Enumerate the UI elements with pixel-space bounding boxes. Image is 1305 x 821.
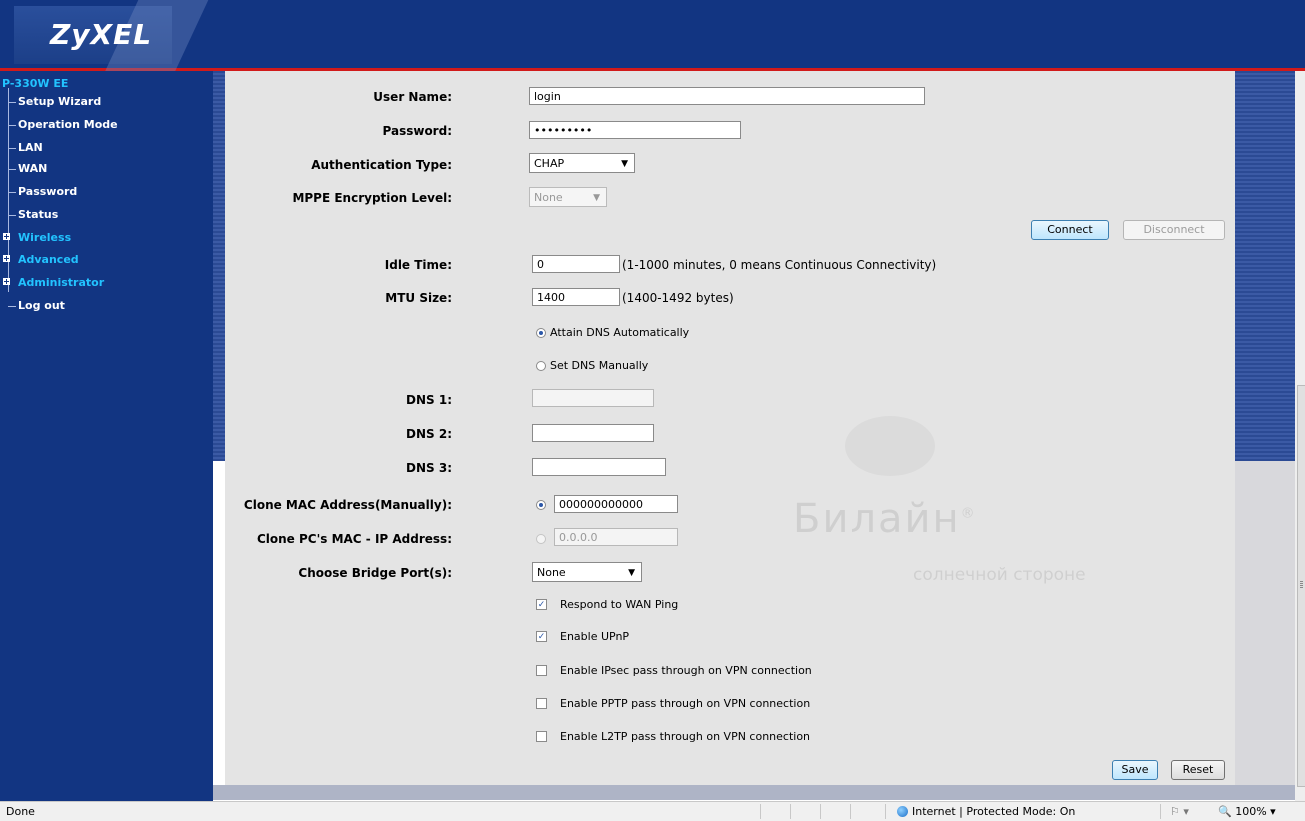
- clone-mac-radio[interactable]: [536, 500, 546, 510]
- clone-pc-label: Clone PC's MAC - IP Address:: [256, 532, 452, 546]
- auth-type-select[interactable]: CHAP ▼: [529, 153, 635, 173]
- bridge-port-label: Choose Bridge Port(s):: [298, 566, 452, 580]
- upnp-checkbox[interactable]: ✓: [536, 631, 547, 642]
- mtu-hint: (1400-1492 bytes): [622, 291, 734, 305]
- clone-mac-label: Clone MAC Address(Manually):: [243, 498, 452, 512]
- clone-pc-input[interactable]: 0.0.0.0: [554, 528, 678, 546]
- user-name-input[interactable]: login: [529, 87, 925, 105]
- wan-ping-label: Respond to WAN Ping: [560, 598, 679, 611]
- watermark-logo-icon: [845, 416, 935, 476]
- chevron-down-icon: ▼: [593, 193, 600, 203]
- auth-type-label: Authentication Type:: [311, 158, 452, 172]
- ipsec-label: Enable IPsec pass through on VPN connect…: [560, 664, 812, 677]
- disconnect-button[interactable]: Disconnect: [1123, 220, 1225, 240]
- dns3-label: DNS 3:: [406, 461, 452, 475]
- status-text: Done: [6, 805, 35, 818]
- mppe-label: MPPE Encryption Level:: [292, 191, 452, 205]
- reset-button[interactable]: Reset: [1171, 760, 1225, 780]
- user-name-label: User Name:: [373, 90, 452, 104]
- dns-auto-radio[interactable]: [536, 328, 546, 338]
- pptp-checkbox[interactable]: [536, 698, 547, 709]
- dns2-label: DNS 2:: [406, 427, 452, 441]
- mppe-select[interactable]: None ▼: [529, 187, 607, 207]
- dns-manual-radio[interactable]: [536, 361, 546, 371]
- clone-mac-input[interactable]: 000000000000: [554, 495, 678, 513]
- dns2-input[interactable]: [532, 424, 654, 442]
- dns3-input[interactable]: [532, 458, 666, 476]
- device-model[interactable]: P-330W EE: [2, 77, 68, 90]
- right-stripe: [1235, 71, 1295, 461]
- password-label: Password:: [382, 124, 453, 138]
- password-input[interactable]: •••••••••: [529, 121, 741, 139]
- scroll-grip-icon: [1300, 580, 1303, 588]
- idle-time-label: Idle Time:: [384, 258, 452, 272]
- expand-icon[interactable]: [3, 255, 10, 262]
- chevron-down-icon: ▼: [628, 568, 635, 578]
- wan-settings-panel: Билайн® солнечной стороне User Name: log…: [225, 71, 1235, 785]
- zyxel-logo: ZyXEL: [14, 0, 210, 72]
- mtu-input[interactable]: 1400: [532, 288, 620, 306]
- idle-time-input[interactable]: 0: [532, 255, 620, 273]
- pptp-label: Enable PPTP pass through on VPN connecti…: [560, 697, 811, 710]
- l2tp-checkbox[interactable]: [536, 731, 547, 742]
- browser-status-bar: Done Internet | Protected Mode: On ⚐ ▾ 🔍…: [0, 801, 1305, 821]
- save-button[interactable]: Save: [1112, 760, 1158, 780]
- dns-auto-label: Attain DNS Automatically: [550, 326, 690, 339]
- l2tp-label: Enable L2TP pass through on VPN connecti…: [560, 730, 811, 743]
- right-gutter: [1235, 461, 1295, 791]
- logo-text: ZyXEL: [50, 18, 153, 51]
- ipsec-checkbox[interactable]: [536, 665, 547, 676]
- sidebar-stripe: [213, 71, 225, 461]
- clone-pc-radio[interactable]: [536, 534, 546, 544]
- upnp-label: Enable UPnP: [560, 630, 630, 643]
- globe-icon: [897, 806, 908, 817]
- connect-button[interactable]: Connect: [1031, 220, 1109, 240]
- watermark-brand: Билайн®: [793, 496, 977, 542]
- dns1-label: DNS 1:: [406, 393, 452, 407]
- dns1-input[interactable]: [532, 389, 654, 407]
- footer-strip: [213, 785, 1295, 800]
- mtu-label: MTU Size:: [385, 291, 452, 305]
- security-zone[interactable]: Internet | Protected Mode: On: [897, 805, 1075, 818]
- wan-ping-checkbox[interactable]: ✓: [536, 599, 547, 610]
- idle-time-hint: (1-1000 minutes, 0 means Continuous Conn…: [622, 258, 937, 272]
- zoom-level[interactable]: 🔍 100% ▾: [1218, 805, 1276, 818]
- expand-icon[interactable]: [3, 278, 10, 285]
- sidebar-nav: P-330W EE Setup Wizard Operation Mode LA…: [0, 71, 213, 801]
- dns-manual-label: Set DNS Manually: [550, 359, 649, 372]
- chevron-down-icon: ▼: [621, 159, 628, 169]
- bridge-port-select[interactable]: None ▼: [532, 562, 642, 582]
- watermark-tagline: солнечной стороне: [913, 565, 1086, 585]
- header-bar: ZyXEL: [0, 0, 1305, 72]
- protected-mode-icon[interactable]: ⚐ ▾: [1170, 805, 1189, 818]
- expand-icon[interactable]: [3, 233, 10, 240]
